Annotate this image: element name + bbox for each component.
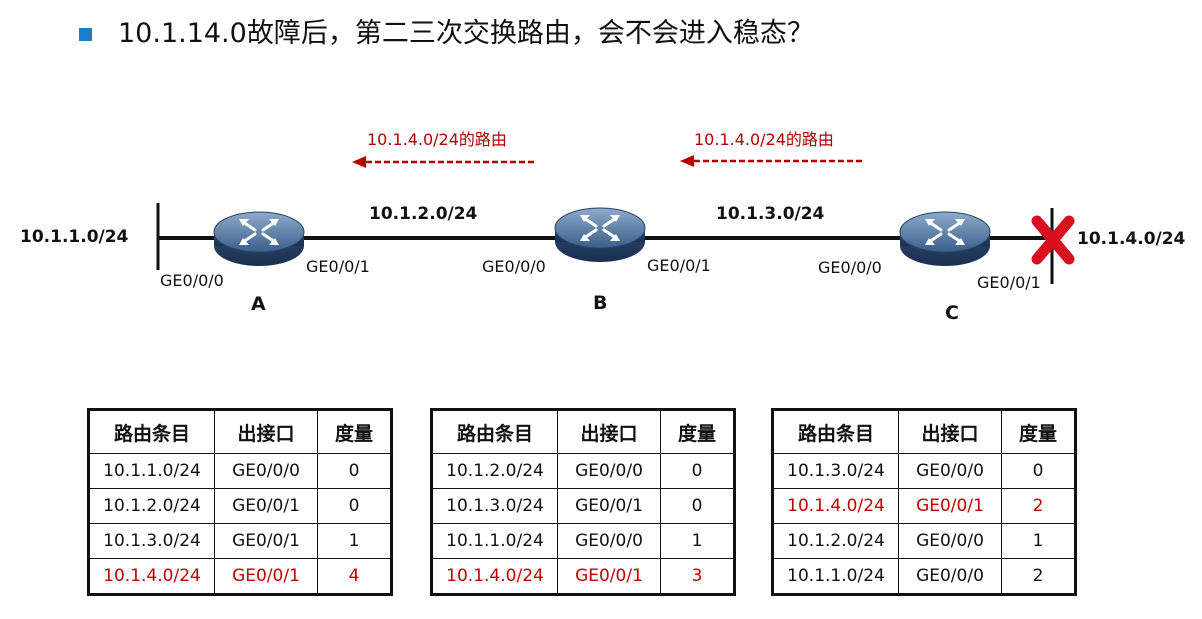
route-arrow-right-head xyxy=(680,155,694,167)
cell-metric: 3 xyxy=(660,558,735,595)
table-row: 10.1.2.0/24 GE0/0/1 0 xyxy=(88,488,392,524)
cell-iface: GE0/0/0 xyxy=(898,558,1002,595)
router-a-name: A xyxy=(251,293,266,315)
header-route: 路由条目 xyxy=(431,409,558,454)
table-row: 10.1.1.0/24 GE0/0/0 2 xyxy=(772,558,1076,595)
cell-iface: GE0/0/0 xyxy=(898,523,1002,559)
header-metric: 度量 xyxy=(317,409,392,454)
cell-metric: 0 xyxy=(660,488,735,524)
cell-dest: 10.1.4.0/24 xyxy=(431,558,558,595)
cell-metric: 2 xyxy=(1001,558,1076,595)
table-row: 10.1.1.0/24 GE0/0/0 1 xyxy=(431,523,735,559)
network-ab-label: 10.1.2.0/24 xyxy=(369,204,478,224)
router-b-port-left: GE0/0/0 xyxy=(482,257,546,276)
cell-metric: 4 xyxy=(317,558,392,595)
cell-metric: 1 xyxy=(1001,523,1076,559)
cell-iface: GE0/0/1 xyxy=(214,488,318,524)
cell-metric: 0 xyxy=(1001,453,1076,489)
header-route: 路由条目 xyxy=(772,409,899,454)
cell-dest: 10.1.1.0/24 xyxy=(772,558,899,595)
header-metric: 度量 xyxy=(1001,409,1076,454)
router-a-port-right: GE0/0/1 xyxy=(306,257,370,276)
cell-iface: GE0/0/0 xyxy=(898,453,1002,489)
cell-dest: 10.1.2.0/24 xyxy=(88,488,215,524)
table-header-row: 路由条目 出接口 度量 xyxy=(431,409,735,454)
table-row: 10.1.3.0/24 GE0/0/1 0 xyxy=(431,488,735,524)
cell-metric: 0 xyxy=(317,453,392,489)
network-right-label: 10.1.4.0/24 xyxy=(1077,229,1186,249)
header-iface: 出接口 xyxy=(898,409,1002,454)
cell-iface: GE0/0/0 xyxy=(557,453,661,489)
header-route: 路由条目 xyxy=(88,409,215,454)
cell-metric: 1 xyxy=(317,523,392,559)
table-header-row: 路由条目 出接口 度量 xyxy=(772,409,1076,454)
table-row: 10.1.3.0/24 GE0/0/1 1 xyxy=(88,523,392,559)
cell-metric: 0 xyxy=(317,488,392,524)
route-note-left: 10.1.4.0/24的路由 xyxy=(367,130,507,149)
cell-dest: 10.1.3.0/24 xyxy=(772,453,899,489)
network-bc-label: 10.1.3.0/24 xyxy=(716,204,825,224)
table-row: 10.1.2.0/24 GE0/0/0 1 xyxy=(772,523,1076,559)
network-left-label: 10.1.1.0/24 xyxy=(20,227,129,247)
table-row-highlighted: 10.1.4.0/24 GE0/0/1 4 xyxy=(88,558,392,595)
cell-metric: 1 xyxy=(660,523,735,559)
routing-table-b: 路由条目 出接口 度量 10.1.2.0/24 GE0/0/0 0 10.1.3… xyxy=(430,408,736,596)
cell-iface: GE0/0/1 xyxy=(898,488,1002,524)
router-b-icon xyxy=(553,206,647,264)
cell-dest: 10.1.3.0/24 xyxy=(431,488,558,524)
route-note-right: 10.1.4.0/24的路由 xyxy=(694,130,834,149)
cell-iface: GE0/0/1 xyxy=(214,523,318,559)
table-header-row: 路由条目 出接口 度量 xyxy=(88,409,392,454)
route-arrow-left-head xyxy=(352,156,366,168)
routing-table-c: 路由条目 出接口 度量 10.1.3.0/24 GE0/0/0 0 10.1.4… xyxy=(771,408,1077,596)
cell-iface: GE0/0/1 xyxy=(557,488,661,524)
cell-dest: 10.1.2.0/24 xyxy=(772,523,899,559)
cell-iface: GE0/0/0 xyxy=(557,523,661,559)
cell-iface: GE0/0/0 xyxy=(214,453,318,489)
header-iface: 出接口 xyxy=(214,409,318,454)
cell-dest: 10.1.4.0/24 xyxy=(88,558,215,595)
cell-dest: 10.1.4.0/24 xyxy=(772,488,899,524)
router-c-port-left: GE0/0/0 xyxy=(818,258,882,277)
router-c-icon xyxy=(898,210,992,268)
routing-table-a: 路由条目 出接口 度量 10.1.1.0/24 GE0/0/0 0 10.1.2… xyxy=(87,408,393,596)
cell-dest: 10.1.1.0/24 xyxy=(88,453,215,489)
cell-dest: 10.1.3.0/24 xyxy=(88,523,215,559)
header-metric: 度量 xyxy=(660,409,735,454)
cell-dest: 10.1.2.0/24 xyxy=(431,453,558,489)
cell-dest: 10.1.1.0/24 xyxy=(431,523,558,559)
cell-metric: 2 xyxy=(1001,488,1076,524)
cell-iface: GE0/0/1 xyxy=(557,558,661,595)
table-row: 10.1.2.0/24 GE0/0/0 0 xyxy=(431,453,735,489)
router-c-port-right: GE0/0/1 xyxy=(977,273,1041,292)
cell-iface: GE0/0/1 xyxy=(214,558,318,595)
table-row: 10.1.3.0/24 GE0/0/0 0 xyxy=(772,453,1076,489)
table-row-highlighted: 10.1.4.0/24 GE0/0/1 2 xyxy=(772,488,1076,524)
router-c-name: C xyxy=(945,302,959,324)
header-iface: 出接口 xyxy=(557,409,661,454)
cell-metric: 0 xyxy=(660,453,735,489)
table-row-highlighted: 10.1.4.0/24 GE0/0/1 3 xyxy=(431,558,735,595)
router-a-port-left: GE0/0/0 xyxy=(160,271,224,290)
router-b-name: B xyxy=(593,292,608,314)
table-row: 10.1.1.0/24 GE0/0/0 0 xyxy=(88,453,392,489)
router-a-icon xyxy=(212,210,306,268)
router-b-port-right: GE0/0/1 xyxy=(647,256,711,275)
